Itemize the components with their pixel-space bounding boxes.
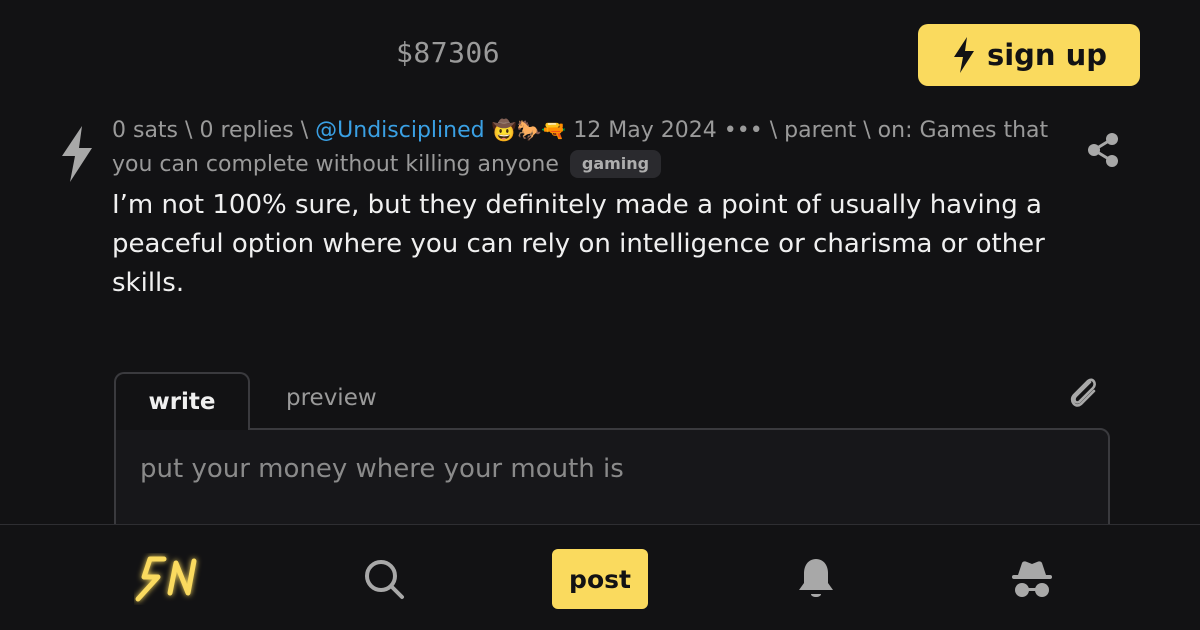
comment-meta: 0 sats \ 0 replies \ @Undisciplined 🤠🐎🔫 … bbox=[112, 118, 1049, 178]
comment-date[interactable]: 12 May 2024 bbox=[573, 118, 716, 143]
anon-icon[interactable] bbox=[1010, 559, 1054, 599]
paperclip-icon[interactable] bbox=[1066, 374, 1100, 410]
author-emojis: 🤠🐎🔫 bbox=[491, 118, 567, 142]
sn-logo-icon[interactable] bbox=[134, 553, 204, 605]
signup-button[interactable]: sign up bbox=[918, 24, 1140, 86]
bell-icon[interactable] bbox=[796, 557, 836, 601]
comment-body: I’m not 100% sure, but they definitely m… bbox=[112, 190, 1045, 298]
tab-preview[interactable]: preview bbox=[286, 385, 377, 411]
more-menu[interactable]: ••• bbox=[724, 118, 763, 143]
sats-count[interactable]: 0 sats bbox=[112, 118, 178, 143]
share-icon[interactable] bbox=[1086, 132, 1120, 168]
reply-placeholder: put your money where your mouth is bbox=[140, 454, 624, 484]
btc-price[interactable]: $87306 bbox=[396, 36, 500, 69]
on-prefix: on: bbox=[877, 118, 913, 143]
parent-link[interactable]: parent bbox=[784, 118, 856, 143]
lightning-bolt-icon bbox=[953, 37, 974, 73]
page: $87306 sign up 0 sats \ 0 replies \ @Und… bbox=[0, 0, 1200, 630]
author-link[interactable]: @Undisciplined bbox=[315, 118, 484, 143]
upvote-bolt-icon[interactable] bbox=[58, 126, 96, 182]
replies-count[interactable]: 0 replies bbox=[199, 118, 293, 143]
search-icon[interactable] bbox=[362, 557, 406, 601]
signup-label: sign up bbox=[986, 38, 1108, 72]
post-button[interactable]: post bbox=[552, 549, 648, 609]
bottom-nav: post bbox=[0, 524, 1200, 630]
tab-write[interactable]: write bbox=[114, 372, 250, 430]
sub-badge[interactable]: gaming bbox=[569, 150, 662, 178]
